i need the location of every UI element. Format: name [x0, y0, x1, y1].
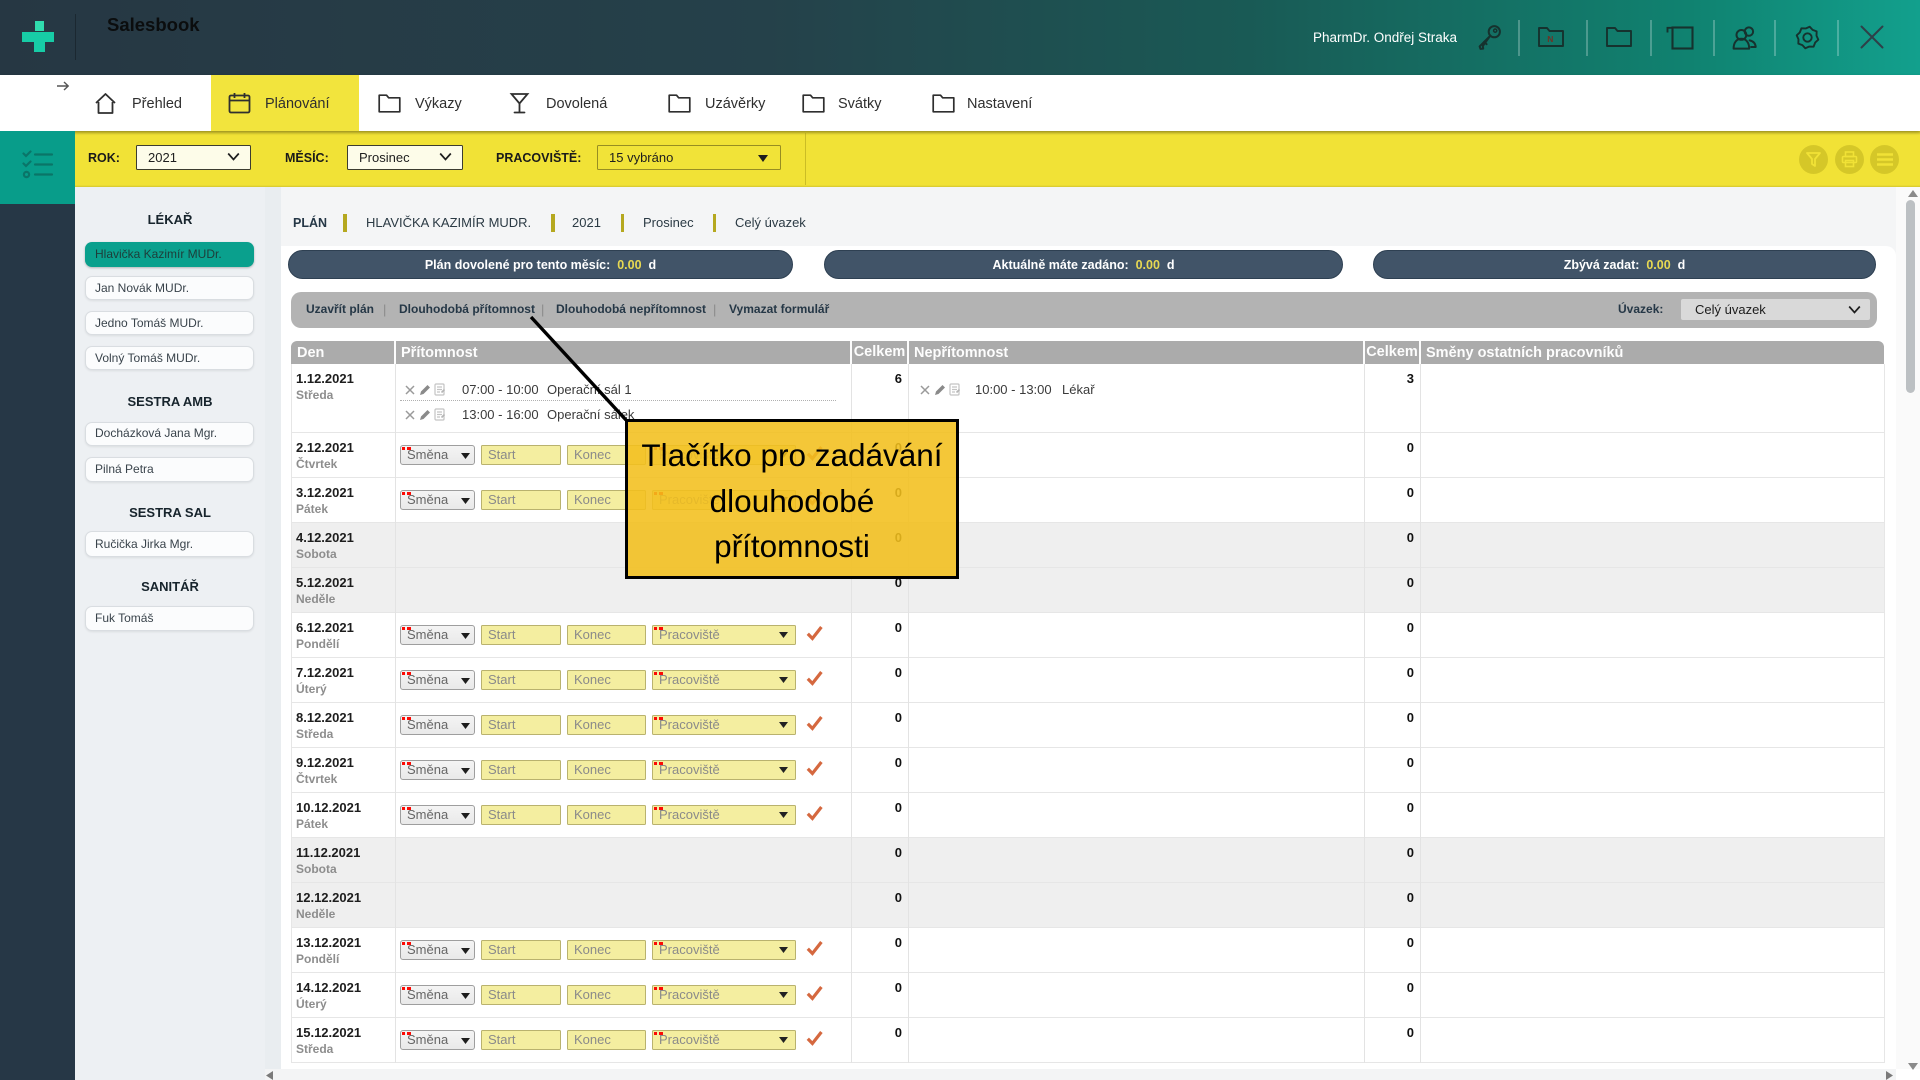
svg-text:N: N — [1547, 34, 1553, 44]
